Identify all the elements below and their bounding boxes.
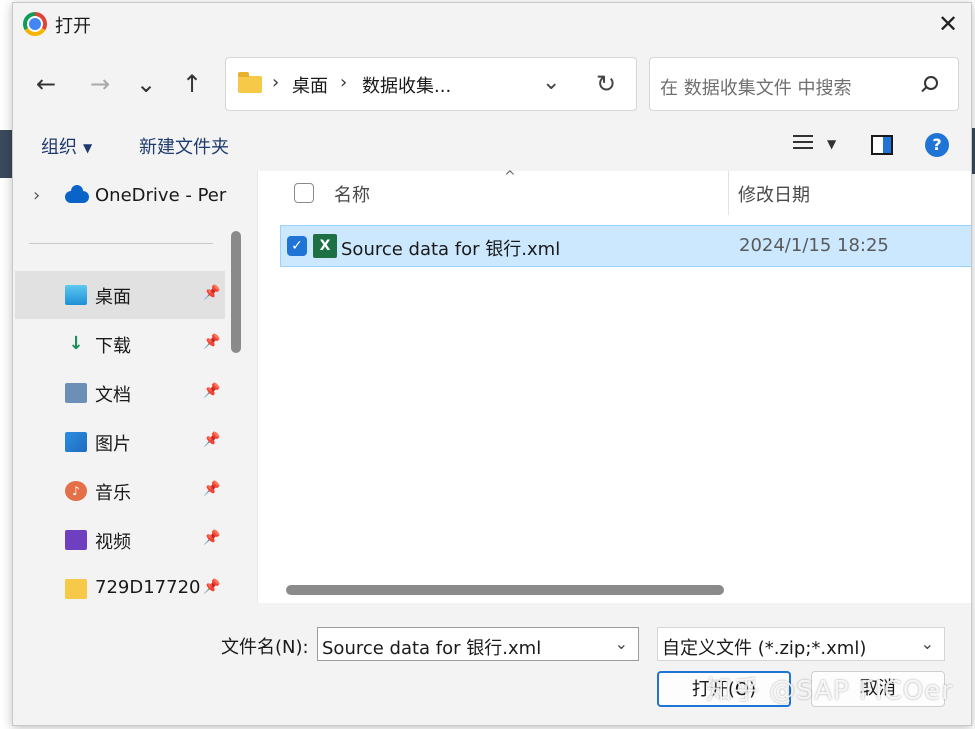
- folder-icon: [238, 72, 262, 93]
- navigation-bar: ← → ⌄ ↑ › 桌面 › 数据收集... ⌄ ↻ 在 数据收集文件 中搜索: [13, 51, 971, 115]
- sidebar-item-label: 视频: [95, 532, 131, 553]
- search-placeholder: 在 数据收集文件 中搜索: [660, 78, 852, 99]
- new-folder-button[interactable]: 新建文件夹: [139, 133, 229, 159]
- open-file-dialog: 打开 ✕ ← → ⌄ ↑ › 桌面 › 数据收集... ⌄ ↻ 在 数据收集文件…: [12, 2, 972, 726]
- sidebar-item-label: 音乐: [95, 483, 131, 504]
- sidebar-item-folder[interactable]: 729D17720 📌: [15, 565, 225, 603]
- column-header: 名称 ^ 修改日期: [258, 169, 971, 215]
- sidebar-item-label: 729D17720: [95, 577, 201, 598]
- sidebar-divider: [29, 243, 213, 244]
- search-icon[interactable]: [924, 76, 938, 90]
- filetype-select[interactable]: 自定义文件 (*.zip;*.xml) ⌄: [657, 627, 945, 661]
- column-divider[interactable]: [728, 171, 729, 215]
- document-icon: [65, 383, 87, 403]
- column-header-name[interactable]: 名称: [334, 181, 370, 207]
- breadcrumb-separator: ›: [340, 72, 348, 93]
- organize-label: 组织: [41, 137, 77, 158]
- sidebar-scrollbar[interactable]: [231, 231, 241, 353]
- download-icon: ↓: [68, 333, 84, 354]
- sidebar-item-downloads[interactable]: ↓ 下载 📌: [15, 320, 225, 368]
- dialog-title: 打开: [55, 16, 91, 37]
- chevron-down-icon[interactable]: ⌄: [921, 634, 934, 653]
- pin-icon[interactable]: 📌: [203, 285, 220, 301]
- view-options-icon[interactable]: [793, 135, 813, 153]
- excel-icon: X: [313, 234, 337, 258]
- sidebar-item-documents[interactable]: 文档 📌: [15, 369, 225, 417]
- sidebar-item-label: 下载: [95, 336, 131, 357]
- filename-input[interactable]: Source data for 银行.xml ⌄: [317, 627, 639, 661]
- pin-icon[interactable]: 📌: [203, 530, 220, 546]
- address-dropdown-icon[interactable]: ⌄: [542, 70, 560, 95]
- sidebar-item-label: OneDrive - Per: [95, 185, 227, 206]
- preview-pane-icon[interactable]: [871, 135, 893, 155]
- sort-ascending-icon: ^: [504, 169, 516, 185]
- filetype-value: 自定义文件 (*.zip;*.xml): [662, 638, 867, 659]
- breadcrumb-desktop[interactable]: 桌面: [292, 72, 328, 98]
- command-toolbar: 组织 ▼ 新建文件夹 ▼ ?: [13, 123, 971, 169]
- breadcrumb-separator: ›: [272, 72, 280, 93]
- up-button[interactable]: ↑: [177, 69, 207, 99]
- file-modified-date: 2024/1/15 18:25: [739, 235, 889, 256]
- dialog-footer: 文件名(N): Source data for 银行.xml ⌄ 自定义文件 (…: [13, 603, 971, 725]
- pin-icon[interactable]: 📌: [203, 432, 220, 448]
- music-icon: ♪: [65, 481, 87, 501]
- filename-value: Source data for 银行.xml: [322, 638, 542, 659]
- filename-label: 文件名(N):: [221, 637, 309, 658]
- onedrive-cloud-icon: [65, 185, 89, 203]
- file-row[interactable]: ✓ X Source data for 银行.xml 2024/1/15 18:…: [280, 225, 971, 267]
- pin-icon[interactable]: 📌: [203, 579, 220, 595]
- folder-icon: [65, 579, 87, 599]
- refresh-icon[interactable]: ↻: [596, 70, 616, 98]
- sidebar-item-label: 图片: [95, 434, 131, 455]
- caret-down-icon: ▼: [83, 141, 93, 155]
- navigation-pane: › OneDrive - Per 桌面 📌 ↓ 下载 📌 文档 📌 图片 📌 ♪: [13, 171, 227, 603]
- select-all-checkbox[interactable]: [294, 183, 314, 203]
- file-name: Source data for 银行.xml: [341, 239, 561, 260]
- horizontal-scrollbar[interactable]: [286, 585, 724, 595]
- desktop-icon: [65, 285, 87, 305]
- close-button[interactable]: ✕: [935, 11, 961, 37]
- sidebar-item-videos[interactable]: 视频 📌: [15, 516, 225, 564]
- video-icon: [65, 530, 87, 550]
- watermark: 知乎 @SAP FICOer: [706, 676, 953, 706]
- pin-icon[interactable]: 📌: [203, 383, 220, 399]
- recent-locations-button[interactable]: ⌄: [131, 69, 161, 99]
- address-bar[interactable]: › 桌面 › 数据收集... ⌄ ↻: [225, 57, 637, 111]
- search-input[interactable]: 在 数据收集文件 中搜索: [649, 57, 959, 111]
- sidebar-item-label: 桌面: [95, 287, 131, 308]
- sidebar-item-onedrive[interactable]: › OneDrive - Per: [13, 181, 227, 215]
- sidebar-item-label: 文档: [95, 385, 131, 406]
- sidebar-item-pictures[interactable]: 图片 📌: [15, 418, 225, 466]
- chevron-right-icon[interactable]: ›: [33, 185, 40, 206]
- help-icon[interactable]: ?: [925, 133, 949, 157]
- chrome-icon: [23, 12, 47, 36]
- organize-menu[interactable]: 组织 ▼: [41, 133, 92, 159]
- forward-button[interactable]: →: [85, 69, 115, 99]
- caret-down-icon[interactable]: ▼: [827, 137, 836, 151]
- row-checkbox-checked[interactable]: ✓: [287, 236, 307, 256]
- sidebar-item-music[interactable]: ♪ 音乐 📌: [15, 467, 225, 515]
- background-bar: [0, 130, 12, 178]
- pictures-icon: [65, 432, 87, 452]
- pin-icon[interactable]: 📌: [203, 481, 220, 497]
- file-list: 名称 ^ 修改日期 ✓ X Source data for 银行.xml 202…: [257, 169, 971, 603]
- breadcrumb-current-folder[interactable]: 数据收集...: [362, 72, 451, 98]
- title-bar: 打开 ✕: [13, 3, 971, 45]
- pin-icon[interactable]: 📌: [203, 334, 220, 350]
- back-button[interactable]: ←: [31, 69, 61, 99]
- sidebar-item-desktop[interactable]: 桌面 📌: [15, 271, 225, 319]
- column-header-modified[interactable]: 修改日期: [738, 181, 810, 207]
- chevron-down-icon[interactable]: ⌄: [615, 634, 628, 653]
